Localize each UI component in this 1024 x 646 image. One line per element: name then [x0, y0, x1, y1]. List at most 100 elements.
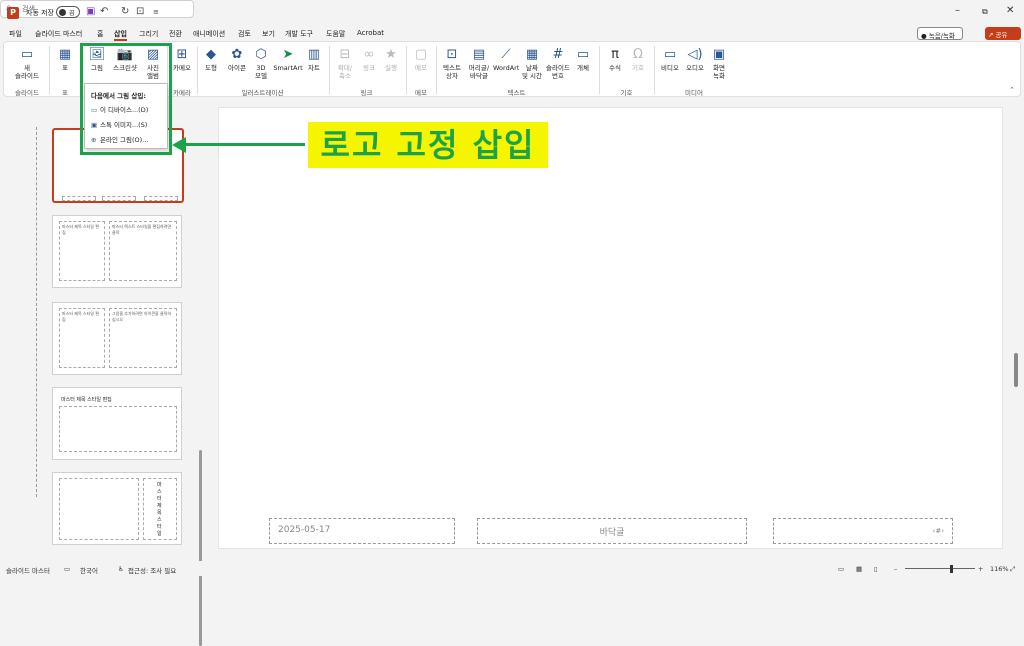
zoom-in-icon[interactable]: + — [978, 565, 983, 573]
group-comments: 메모 — [415, 89, 427, 97]
redo-icon[interactable]: ↻ — [121, 6, 129, 17]
menu-draw[interactable]: 그리기 — [139, 29, 158, 39]
group-links: 링크 — [360, 89, 373, 97]
record-label: 녹음/녹화 — [928, 32, 955, 40]
zoom-slider[interactable] — [905, 568, 975, 569]
slide-thumbnail-6[interactable]: 마스터 제목 스타일 — [52, 472, 182, 545]
zoom-out-icon[interactable]: – — [894, 565, 897, 573]
status-view: 슬라이드 마스터 — [6, 567, 50, 575]
menu-file[interactable]: 파일 — [9, 29, 22, 39]
new-slide-icon: ▭ — [20, 47, 34, 62]
comment-button[interactable]: ▢ 메모 — [411, 47, 431, 72]
action-button[interactable]: ★ 실행 — [381, 47, 401, 72]
page-number-placeholder[interactable]: ‹#› — [773, 518, 953, 544]
3d-models-button[interactable]: ⬡ 3D 모델 — [251, 47, 271, 80]
header-footer-icon: ▤ — [472, 47, 486, 62]
object-button[interactable]: ▭ 개체 — [573, 47, 593, 72]
video-icon: ▭ — [663, 47, 677, 62]
slide-number-button[interactable]: # 슬라이드 번호 — [544, 47, 572, 80]
group-illustrations: 일러스트레이션 — [241, 89, 284, 97]
table-button[interactable]: ▦ 표 — [54, 47, 76, 72]
ribbon-collapse-icon[interactable]: ⌃ — [1009, 86, 1015, 94]
date-placeholder[interactable]: 2025-05-17 — [269, 518, 455, 544]
menu-view[interactable]: 보기 — [262, 29, 275, 39]
slide-canvas[interactable]: 2025-05-17 바닥글 ‹#› — [218, 107, 1003, 549]
icons-button[interactable]: ✿ 아이콘 — [224, 47, 250, 72]
header-footer-button[interactable]: ▤ 머리글/ 바닥글 — [465, 47, 493, 80]
shapes-icon: ◆ — [206, 47, 216, 62]
link-icon: ∞ — [363, 47, 375, 62]
fit-window-icon[interactable]: ⤢ — [1010, 565, 1015, 574]
thumb-title: 마스터 제목 스타일 편집 — [61, 397, 112, 403]
status-accessibility[interactable]: 접근성: 조사 필요 — [128, 565, 176, 575]
normal-view-icon[interactable]: ▭ — [838, 565, 844, 573]
shapes-button[interactable]: ◆ 도형 — [201, 47, 221, 72]
zoom-icon: ⊟ — [339, 47, 351, 62]
footer-text: 바닥글 — [599, 528, 625, 538]
callout-label: 로고 고정 삽입 — [308, 122, 548, 168]
slide-thumbnail-5[interactable]: 마스터 제목 스타일 편집 — [52, 387, 182, 460]
minimize-icon[interactable]: – — [955, 5, 960, 16]
group-text: 텍스트 — [507, 89, 526, 97]
video-button[interactable]: ▭ 비디오 — [658, 47, 682, 72]
thumb-body: 그림을 추가하려면 아이콘을 클릭하십시오 — [112, 311, 172, 322]
audio-button[interactable]: ◁) 오디오 — [683, 47, 707, 72]
present-icon[interactable]: ⊡ — [136, 6, 144, 17]
comment-icon: ▢ — [414, 47, 428, 62]
sorter-view-icon[interactable]: ▦ — [856, 565, 862, 573]
restore-icon[interactable]: ⧉ — [982, 7, 988, 17]
menu-acrobat[interactable]: Acrobat — [357, 29, 384, 37]
menu-review[interactable]: 검토 — [238, 29, 251, 39]
menu-animations[interactable]: 애니메이션 — [193, 29, 225, 39]
date-time-button[interactable]: ▦ 날짜 및 시간 — [520, 47, 544, 80]
wordart-button[interactable]: ⟋ WordArt — [493, 47, 519, 72]
smartart-icon: ➤ — [282, 47, 294, 62]
thumb-title: 마스터 제목 스타일 편집 — [62, 311, 99, 322]
separator — [599, 46, 600, 94]
menu-slide-master[interactable]: 슬라이드 마스터 — [35, 29, 82, 39]
new-slide-button[interactable]: ▭ 새 슬라이드 — [10, 47, 44, 80]
slide-thumbnail-4[interactable]: 마스터 제목 스타일 편집 그림을 추가하려면 아이콘을 클릭하십시오 — [52, 302, 182, 375]
slide-thumbnail-pane: 마스터 제목 스타일 편집 마스터 텍스트 스타일을 편집하려면 클릭 마스터 … — [0, 97, 205, 646]
customize-icon[interactable]: ≡ — [153, 8, 159, 16]
share-button[interactable]: ↗ 공유 — [985, 27, 1021, 40]
smartart-button[interactable]: ➤ SmartArt — [272, 47, 304, 72]
separator — [49, 46, 50, 94]
reading-view-icon[interactable]: ▯ — [874, 565, 878, 573]
menu-transitions[interactable]: 전환 — [169, 29, 182, 39]
chart-button[interactable]: ▥ 차트 — [304, 47, 324, 72]
menu-insert[interactable]: 삽입 — [114, 29, 127, 41]
zoom-slider-knob[interactable] — [950, 565, 953, 573]
placeholder — [59, 478, 139, 540]
status-language[interactable]: 한국어 — [80, 565, 98, 575]
thumbnail-scrollbar[interactable] — [199, 450, 202, 646]
symbol-button[interactable]: Ω 기호 — [628, 47, 648, 72]
camera-button[interactable]: ⊞ 카메오 — [170, 47, 194, 72]
menu-help[interactable]: 도움말 — [326, 29, 345, 39]
footer-placeholder[interactable]: 바닥글 — [477, 518, 747, 544]
slide-thumbnail-3[interactable]: 마스터 제목 스타일 편집 마스터 텍스트 스타일을 편집하려면 클릭 — [52, 215, 182, 288]
equation-button[interactable]: π 수식 — [605, 47, 625, 72]
screen-recording-button[interactable]: ▣ 화면 녹화 — [708, 47, 730, 80]
icons-icon: ✿ — [231, 47, 243, 62]
placeholder — [144, 196, 178, 201]
save-icon[interactable]: ▣ — [86, 6, 95, 17]
textbox-button[interactable]: ⊡ 텍스트 상자 — [440, 47, 464, 80]
record-button[interactable]: ● 녹음/녹화 — [917, 27, 963, 40]
screen-recording-icon: ▣ — [712, 47, 726, 62]
zoom-button[interactable]: ⊟ 확대/ 축소 — [332, 47, 358, 80]
group-camera: 카메라 — [173, 89, 191, 97]
menu-home[interactable]: 홈 — [97, 29, 103, 39]
close-icon[interactable]: ✕ — [1006, 5, 1014, 16]
action-icon: ★ — [385, 47, 397, 62]
placeholder — [59, 406, 177, 452]
link-button[interactable]: ∞ 링크 — [359, 47, 379, 72]
placeholder — [62, 196, 96, 201]
slide-scrollbar[interactable] — [1014, 353, 1018, 387]
menu-developer[interactable]: 개발 도구 — [285, 29, 313, 39]
group-slides: 슬라이드 — [15, 89, 39, 97]
zoom-level[interactable]: 116% — [990, 565, 1009, 573]
thumb-title: 마스터 제목 스타일 — [157, 482, 162, 537]
undo-icon[interactable]: ↶ — [100, 6, 108, 17]
autosave-toggle[interactable]: 끔 — [56, 6, 80, 18]
